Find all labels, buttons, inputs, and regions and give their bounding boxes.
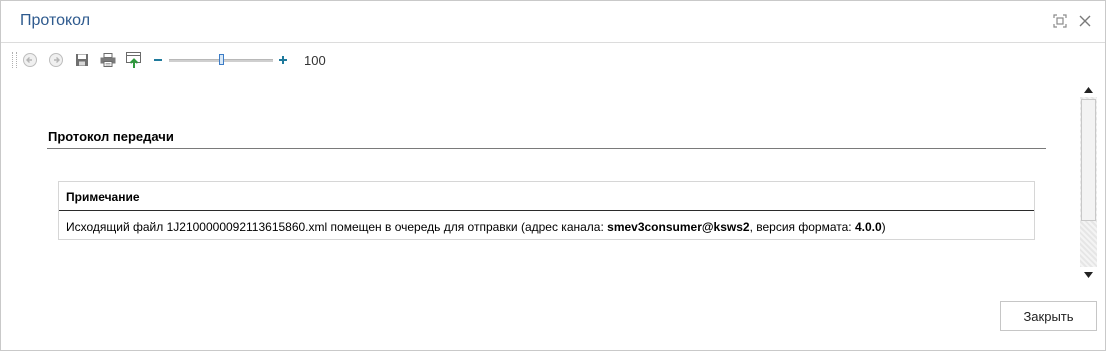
zoom-value: 100 [304, 53, 326, 68]
zoom-in-icon[interactable] [276, 51, 290, 69]
report-title-divider [47, 148, 1046, 149]
save-icon[interactable] [73, 51, 91, 69]
vertical-scrollbar[interactable] [1080, 82, 1097, 282]
notes-column-header: Примечание [66, 190, 140, 204]
back-icon[interactable] [21, 51, 39, 69]
channel-address: smev3consumer@ksws2 [607, 220, 750, 234]
scrollbar-thumb[interactable] [1081, 99, 1096, 221]
close-button[interactable]: Закрыть [1000, 301, 1097, 331]
row-text-prefix: Исходящий файл 1J2100000092113615860.xml… [66, 220, 608, 234]
close-icon[interactable] [1077, 13, 1093, 29]
zoom-slider-thumb[interactable] [219, 54, 224, 65]
format-version: 4.0.0 [854, 220, 882, 234]
zoom-out-icon[interactable] [151, 51, 165, 69]
forward-icon[interactable] [47, 51, 65, 69]
row-text-suffix: ) [881, 220, 886, 234]
window-title: Протокол [20, 12, 91, 29]
print-icon[interactable] [99, 51, 117, 69]
report-viewport: Протокол передачи Примечание Исходящий ф… [15, 81, 1079, 285]
restore-window-icon[interactable] [1052, 13, 1068, 29]
protocol-dialog: Протокол 100 Протокол передачи Примечани… [0, 0, 1106, 351]
export-icon[interactable] [125, 51, 143, 69]
notes-table-header: Примечание [59, 182, 1034, 211]
report-title: Протокол передачи [48, 129, 174, 144]
table-row: Исходящий файл 1J2100000092113615860.xml… [66, 220, 886, 234]
title-bar: Протокол [1, 1, 1105, 43]
row-text-middle: , версия формата: [749, 220, 855, 234]
zoom-slider[interactable] [169, 54, 273, 65]
report-toolbar: 100 [1, 47, 1105, 75]
scroll-down-arrow-icon[interactable] [1080, 267, 1097, 282]
scroll-up-arrow-icon[interactable] [1080, 82, 1097, 97]
notes-table: Примечание Исходящий файл 1J210000009211… [58, 181, 1035, 240]
toolbar-grip[interactable] [12, 52, 17, 68]
